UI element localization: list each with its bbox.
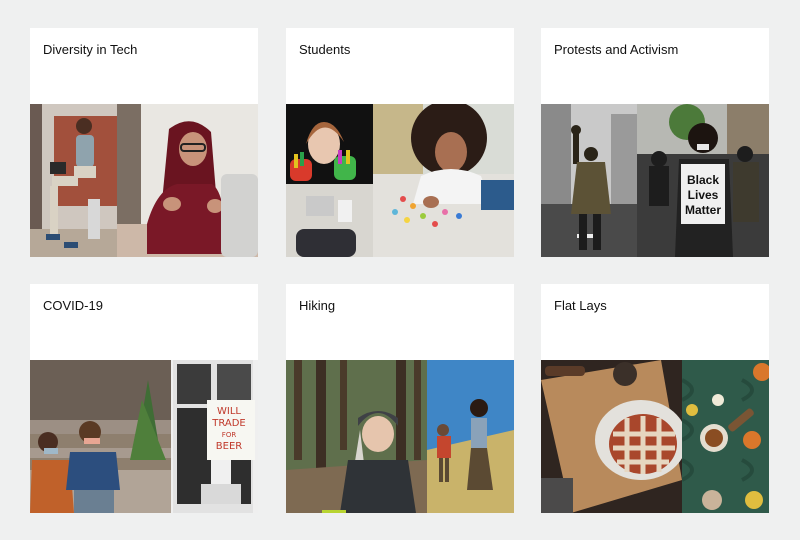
- sign-word-4: BEER: [216, 441, 242, 452]
- sign-word-2: Lives: [688, 188, 719, 202]
- collection-title: Protests and Activism: [554, 42, 679, 57]
- collection-title: Hiking: [299, 298, 336, 313]
- man-with-laptop-photo: [30, 104, 117, 257]
- sign-word-1: Black: [687, 173, 719, 187]
- collection-title: Students: [299, 42, 351, 57]
- collection-card-covid-19[interactable]: COVID-19 WILL TRADE FOR BEER: [30, 284, 258, 513]
- collection-title: Flat Lays: [554, 298, 607, 313]
- sign-word-3: Matter: [685, 203, 721, 217]
- hikers-on-trail-photo: [427, 360, 514, 513]
- sign-word-2: TRADE: [211, 418, 246, 429]
- window-sign-photo: WILL TRADE FOR BEER: [171, 360, 258, 513]
- collection-title: COVID-19: [43, 298, 103, 313]
- collection-title: Diversity in Tech: [43, 42, 138, 57]
- sweater-with-tea-photo: [682, 360, 769, 513]
- smiling-woman-hiker-photo: [286, 360, 427, 513]
- sign-word-3: FOR: [222, 431, 237, 439]
- couple-in-masks-on-stoop-photo: [30, 360, 171, 513]
- child-painted-hands-photo: [286, 104, 373, 257]
- black-lives-matter-sign-photo: Black Lives Matter: [637, 104, 769, 257]
- collection-card-hiking[interactable]: Hiking: [286, 284, 514, 513]
- girl-playing-with-beads-photo: [373, 104, 514, 257]
- collection-card-protests-and-activism[interactable]: Protests and Activism Black Lives Matter: [541, 28, 769, 257]
- sign-word-1: WILL: [217, 406, 241, 417]
- woman-in-hijab-on-call-photo: [117, 104, 258, 257]
- pie-on-cutting-board-photo: [541, 360, 682, 513]
- protester-raised-fist-photo: [541, 104, 637, 257]
- collection-card-flat-lays[interactable]: Flat Lays: [541, 284, 769, 513]
- collection-card-diversity-in-tech[interactable]: Diversity in Tech: [30, 28, 258, 257]
- collection-card-students[interactable]: Students: [286, 28, 514, 257]
